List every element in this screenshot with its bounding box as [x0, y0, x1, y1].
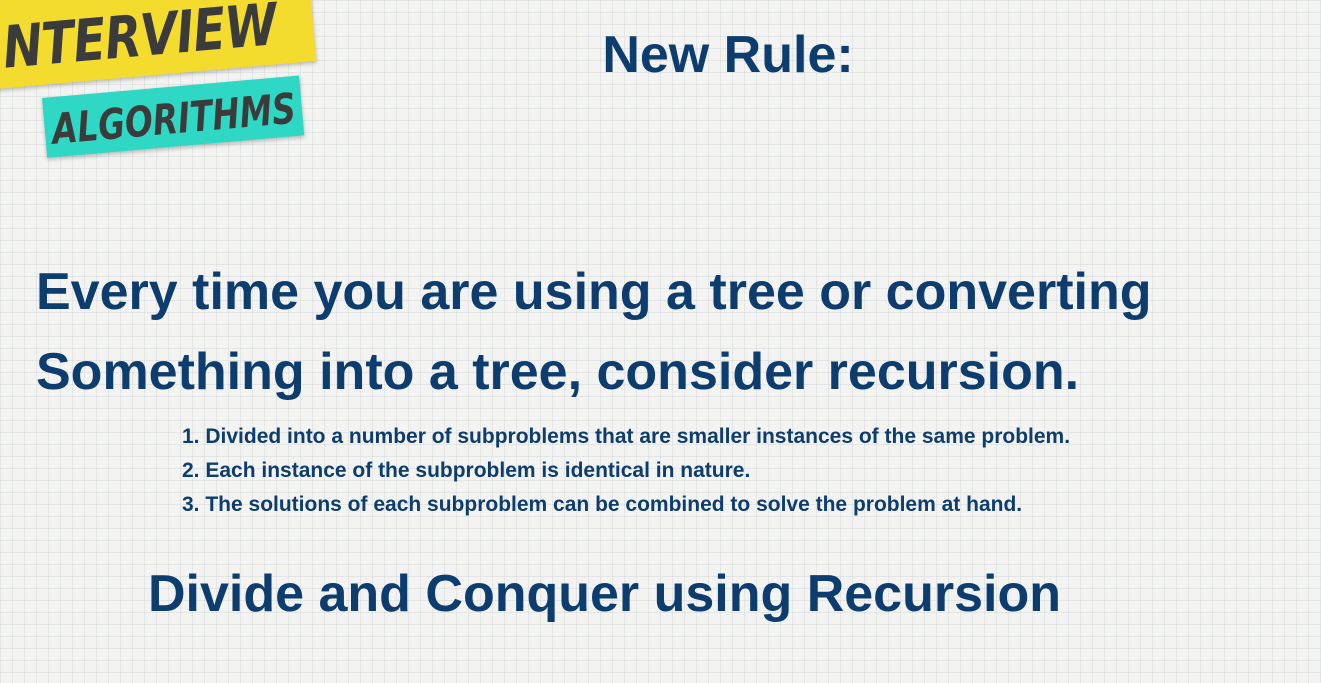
criteria-list: 1. Divided into a number of subproblems …: [182, 420, 1070, 522]
criteria-item: 1. Divided into a number of subproblems …: [182, 425, 1071, 448]
slide-title: New Rule:: [602, 26, 854, 84]
criteria-item: 3. The solutions of each subproblem can …: [182, 493, 1023, 516]
rule-statement-line-1: Every time you are using a tree or conve…: [36, 263, 1152, 321]
rule-statement-line-2: Something into a tree, consider recursio…: [36, 343, 1080, 401]
criteria-item: 2. Each instance of the subproblem is id…: [182, 459, 751, 482]
rule-statement: Every time you are using a tree or conve…: [36, 252, 1152, 412]
slide-footer-heading: Divide and Conquer using Recursion: [148, 565, 1061, 623]
